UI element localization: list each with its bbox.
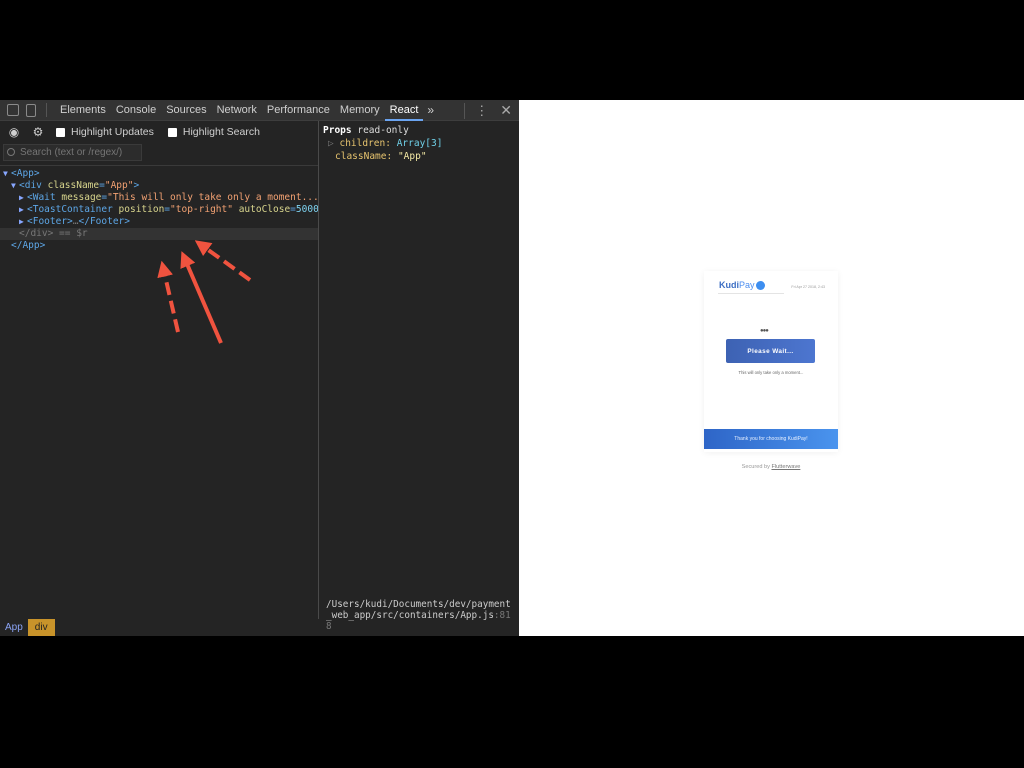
tab-elements[interactable]: Elements [55, 100, 111, 121]
source-path[interactable]: /Users/kudi/Documents/dev/payment_web_ap… [326, 599, 516, 632]
props-pane: Props read-only ▷ children: Array[3] cla… [320, 121, 519, 636]
prop-classname[interactable]: className: "App" [320, 150, 519, 163]
highlight-search-checkbox[interactable] [167, 127, 177, 137]
expanded-arrow-icon[interactable]: ▼ [11, 180, 19, 192]
thank-you-banner: Thank you for choosing KudiPay! [704, 429, 838, 449]
tree-node-div-close-selected[interactable]: </div> == $r [0, 228, 318, 240]
tree-controls: ◉ ⚙ Highlight Updates Highlight Search [0, 122, 318, 142]
payment-card: KudiPay Fri Apr 27 2018, 2:43 ●●● Please… [704, 271, 838, 452]
flutterwave-link[interactable]: Flutterwave [771, 464, 800, 470]
devtools-panel: Elements Console Sources Network Perform… [0, 100, 519, 636]
secured-by-footer: Secured by Flutterwave [741, 464, 801, 470]
divider [718, 293, 784, 294]
prop-children[interactable]: ▷ children: Array[3] [320, 137, 519, 150]
tree-node-toast-container[interactable]: ▶ <ToastContainer position="top-right" au… [0, 204, 318, 216]
highlight-updates-checkbox[interactable] [56, 127, 65, 137]
collapsed-arrow-icon[interactable]: ▷ [328, 138, 334, 149]
component-search-input[interactable] [3, 144, 142, 161]
collapsed-arrow-icon[interactable]: ▶ [19, 204, 27, 216]
highlight-updates-label: Highlight Updates [71, 126, 154, 138]
tab-sources[interactable]: Sources [161, 100, 211, 121]
search-icon [7, 148, 15, 156]
breadcrumb-app[interactable]: App [0, 619, 28, 636]
loading-spinner-icon: ●●● [760, 328, 769, 334]
tree-node-footer[interactable]: ▶ <Footer>…</Footer> [0, 216, 318, 228]
kudipay-logo: KudiPay [719, 280, 765, 291]
divider [0, 165, 318, 166]
component-tree: ▼ <App> ▼ <div className="App"> ▶ <Wait mes… [0, 168, 318, 252]
select-element-icon[interactable]: ◉ [8, 125, 20, 139]
wait-message: This will only take only a moment... [738, 370, 804, 375]
more-tabs-icon[interactable]: » [427, 103, 434, 117]
collapsed-arrow-icon[interactable]: ▶ [19, 216, 27, 228]
tab-console[interactable]: Console [111, 100, 161, 121]
inspect-element-icon[interactable] [7, 104, 19, 116]
tab-react[interactable]: React [384, 100, 424, 121]
toolbar-separator [46, 103, 47, 117]
brand-badge-icon [755, 281, 765, 291]
props-heading: Props read-only [323, 125, 409, 136]
close-devtools-icon[interactable]: ✕ [500, 102, 512, 119]
breadcrumb-div[interactable]: div [27, 619, 55, 636]
devtools-toolbar: Elements Console Sources Network Perform… [0, 100, 519, 121]
settings-gear-icon[interactable]: ⚙ [32, 125, 44, 139]
devtools-menu-icon[interactable]: ⋮ [464, 102, 488, 119]
expanded-arrow-icon[interactable]: ▼ [3, 168, 11, 180]
card-date: Fri Apr 27 2018, 2:43 [791, 285, 825, 289]
app-viewport: KudiPay Fri Apr 27 2018, 2:43 ●●● Please… [519, 100, 1024, 636]
component-tree-pane: ◉ ⚙ Highlight Updates Highlight Search ▼… [0, 121, 319, 636]
tab-performance[interactable]: Performance [262, 100, 335, 121]
highlight-search-label: Highlight Search [182, 126, 260, 138]
tree-node-app[interactable]: ▼ <App> [0, 168, 318, 180]
device-toolbar-icon[interactable] [26, 103, 36, 117]
tree-node-app-close[interactable]: </App> [0, 240, 318, 252]
breadcrumb: App div [0, 619, 319, 636]
tree-node-div[interactable]: ▼ <div className="App"> [0, 180, 318, 192]
collapsed-arrow-icon[interactable]: ▶ [19, 192, 27, 204]
tab-network[interactable]: Network [212, 100, 262, 121]
please-wait-button[interactable]: Please Wait... [726, 339, 815, 363]
tab-memory[interactable]: Memory [335, 100, 385, 121]
tree-node-wait[interactable]: ▶ <Wait message="This will only take only… [0, 192, 318, 204]
